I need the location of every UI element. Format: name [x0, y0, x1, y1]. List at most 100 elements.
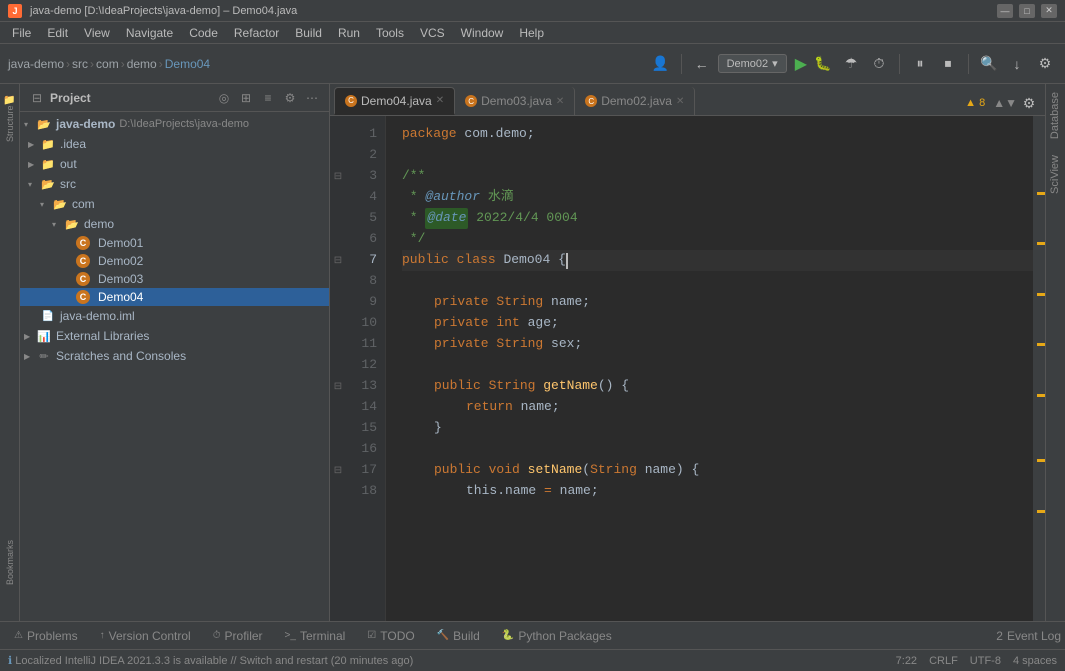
tab-problems-label: Problems — [27, 629, 78, 643]
menu-tools[interactable]: Tools — [368, 24, 412, 42]
stop-btn[interactable]: ⏹ — [936, 52, 960, 76]
menu-vcs[interactable]: VCS — [412, 24, 453, 42]
tree-item-src[interactable]: ▾ 📂 src — [20, 174, 329, 194]
gutter-icons: ⊟ ⊟ ⊟ ⊟ — [330, 116, 346, 621]
pause-btn[interactable]: ⏸ — [908, 52, 932, 76]
run-config-dropdown[interactable]: Demo02 ▾ — [718, 54, 787, 73]
tree-item-com[interactable]: ▾ 📂 com — [20, 194, 329, 214]
menu-view[interactable]: View — [76, 24, 118, 42]
fold-line-17[interactable]: ⊟ — [330, 460, 346, 481]
tab-problems[interactable]: ⚠ Problems — [4, 626, 88, 646]
menu-code[interactable]: Code — [181, 24, 226, 42]
profile-btn[interactable]: ⏱ — [867, 52, 891, 76]
tab-terminal[interactable]: >_ Terminal — [275, 626, 356, 646]
cursor-position[interactable]: 7:22 — [896, 655, 917, 667]
menu-navigate[interactable]: Navigate — [118, 24, 181, 42]
menu-window[interactable]: Window — [453, 24, 512, 42]
settings-btn[interactable]: ⚙ — [1033, 52, 1057, 76]
tree-item-demo01[interactable]: C Demo01 — [20, 234, 329, 252]
tab-arrow-up[interactable]: ▲ — [993, 96, 1005, 110]
panel-collapse-btn[interactable]: ⊟ — [28, 89, 46, 107]
terminal-icon: >_ — [285, 630, 296, 641]
code-line-10: private int age; — [402, 313, 1033, 334]
tab-version-control[interactable]: ↑ Version Control — [90, 626, 201, 646]
sidebar-tab-sciview[interactable]: SciView — [1046, 147, 1065, 202]
tree-item-ext-libs[interactable]: ▶ 📊 External Libraries — [20, 326, 329, 346]
vc-icon: ↑ — [100, 630, 105, 641]
restore-button[interactable]: □ — [1019, 4, 1035, 18]
back-btn[interactable]: ← — [690, 52, 714, 76]
tab-arrow-down[interactable]: ▼ — [1005, 96, 1017, 110]
tab-demo02[interactable]: C Demo02.java ✕ — [575, 87, 695, 115]
menu-refactor[interactable]: Refactor — [226, 24, 287, 42]
tree-item-scratches[interactable]: ▶ ✏ Scratches and Consoles — [20, 346, 329, 366]
fold-line-3[interactable]: ⊟ — [330, 166, 346, 187]
run-button[interactable]: ▶ — [795, 54, 807, 74]
tab-todo[interactable]: ☑ TODO — [357, 626, 424, 646]
indent[interactable]: 4 spaces — [1013, 655, 1057, 667]
structure-icon[interactable]: Structure — [2, 116, 18, 132]
line-ending[interactable]: CRLF — [929, 655, 958, 667]
search-everywhere-btn[interactable]: 🔍 — [977, 52, 1001, 76]
tree-item-idea[interactable]: ▶ 📁 .idea — [20, 134, 329, 154]
code-line-17: public void setName(String name) { — [402, 460, 1033, 481]
tree-root[interactable]: ▾ 📂 java-demo D:\IdeaProjects\java-demo — [20, 114, 329, 134]
panel-more-btn[interactable]: ⋯ — [303, 89, 321, 107]
com-folder-icon: 📂 — [52, 196, 68, 212]
menu-run[interactable]: Run — [330, 24, 368, 42]
minimize-button[interactable]: — — [997, 4, 1013, 18]
tab-demo04-close[interactable]: ✕ — [436, 95, 444, 106]
window-controls: — □ ✕ — [997, 4, 1057, 18]
breadcrumb-src[interactable]: src — [72, 57, 88, 71]
collapse-all-btn[interactable]: ≡ — [259, 89, 277, 107]
menu-edit[interactable]: Edit — [39, 24, 76, 42]
separator2 — [899, 54, 900, 74]
editor-tabs: C Demo04.java ✕ C Demo03.java ✕ C Demo02… — [330, 84, 1045, 116]
locate-file-btn[interactable]: ◎ — [215, 89, 233, 107]
encoding[interactable]: UTF-8 — [970, 655, 1001, 667]
tree-item-demo[interactable]: ▾ 📂 demo — [20, 214, 329, 234]
demo02-icon: C — [76, 254, 90, 268]
breadcrumb-com[interactable]: com — [96, 57, 119, 71]
tree-demo01-label: Demo01 — [98, 236, 143, 250]
sidebar-tab-database[interactable]: Database — [1046, 84, 1065, 147]
menu-help[interactable]: Help — [511, 24, 552, 42]
tab-demo03[interactable]: C Demo03.java ✕ — [455, 87, 575, 115]
tab-demo04[interactable]: C Demo04.java ✕ — [334, 87, 455, 115]
fold-line-7[interactable]: ⊟ — [330, 250, 346, 271]
close-button[interactable]: ✕ — [1041, 4, 1057, 18]
tree-item-demo02[interactable]: C Demo02 — [20, 252, 329, 270]
update-btn[interactable]: ↓ — [1005, 52, 1029, 76]
tree-item-iml[interactable]: 📄 java-demo.iml — [20, 306, 329, 326]
breadcrumb-current[interactable]: Demo04 — [165, 57, 210, 71]
code-editor[interactable]: package com.demo; /** * @author 水滴 * @da… — [386, 116, 1033, 621]
build-icon: 🔨 — [437, 630, 449, 641]
tab-build[interactable]: 🔨 Build — [427, 626, 490, 646]
menu-file[interactable]: File — [4, 24, 39, 42]
tab-demo03-close[interactable]: ✕ — [556, 96, 564, 107]
tree-item-out[interactable]: ▶ 📁 out — [20, 154, 329, 174]
tab-demo02-close[interactable]: ✕ — [676, 96, 684, 107]
run-coverage-btn[interactable]: ☂ — [839, 52, 863, 76]
menu-build[interactable]: Build — [287, 24, 330, 42]
event-log[interactable]: 2 Event Log — [996, 629, 1061, 643]
expand-all-btn[interactable]: ⊞ — [237, 89, 255, 107]
tree-item-demo04[interactable]: C Demo04 — [20, 288, 329, 306]
breadcrumb-demo[interactable]: demo — [127, 57, 157, 71]
event-log-count: 2 — [996, 629, 1003, 643]
panel-settings-btn[interactable]: ⚙ — [281, 89, 299, 107]
scroll-mark-2 — [1037, 242, 1045, 245]
breadcrumb-project[interactable]: java-demo — [8, 57, 64, 71]
tree-item-demo03[interactable]: C Demo03 — [20, 270, 329, 288]
scroll-gutter[interactable] — [1033, 116, 1045, 621]
tab-settings-btn[interactable]: ⚙ — [1017, 91, 1041, 115]
fold-line-13[interactable]: ⊟ — [330, 376, 346, 397]
user-icon-btn[interactable]: 👤 — [649, 52, 673, 76]
editor-code[interactable]: ⊟ ⊟ ⊟ ⊟ 1 2 3 — [330, 116, 1045, 621]
demo03-tab-icon: C — [465, 95, 477, 107]
bookmarks-icon[interactable]: Bookmarks — [2, 555, 18, 571]
tab-python-packages[interactable]: 🐍 Python Packages — [492, 626, 622, 646]
tab-profiler[interactable]: ⏱ Profiler — [203, 626, 273, 646]
tree-out-label: out — [60, 157, 77, 171]
debug-btn[interactable]: 🐛 — [811, 52, 835, 76]
